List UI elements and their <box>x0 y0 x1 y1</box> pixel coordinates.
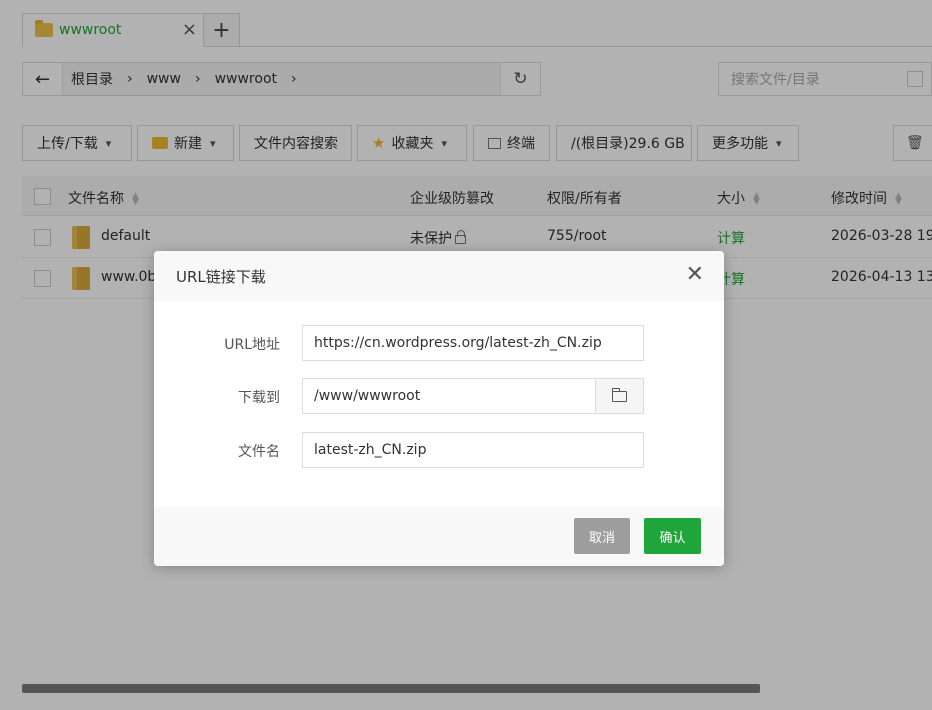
folder-icon <box>612 387 627 402</box>
close-icon[interactable]: ✕ <box>686 263 704 287</box>
filename-row: 文件名 latest-zh_CN.zip <box>154 432 724 468</box>
dialog-header: URL链接下载 ✕ <box>154 251 724 301</box>
url-download-dialog: URL链接下载 ✕ URL地址 https://cn.wordpress.org… <box>154 251 724 566</box>
dialog-footer: 取消 确认 <box>154 507 724 566</box>
dialog-title: URL链接下载 <box>176 268 266 286</box>
filename-input[interactable]: latest-zh_CN.zip <box>302 432 644 468</box>
choose-folder-button[interactable] <box>595 378 644 414</box>
download-dir-label: 下载到 <box>238 390 280 406</box>
url-label: URL地址 <box>224 337 280 353</box>
filename-label: 文件名 <box>238 444 280 460</box>
cancel-button[interactable]: 取消 <box>574 518 630 554</box>
url-input[interactable]: https://cn.wordpress.org/latest-zh_CN.zi… <box>302 325 644 361</box>
download-dir-row: 下载到 /www/wwwroot <box>154 378 724 414</box>
download-dir-input[interactable]: /www/wwwroot <box>302 378 596 414</box>
url-row: URL地址 https://cn.wordpress.org/latest-zh… <box>154 325 724 361</box>
confirm-button[interactable]: 确认 <box>644 518 701 554</box>
